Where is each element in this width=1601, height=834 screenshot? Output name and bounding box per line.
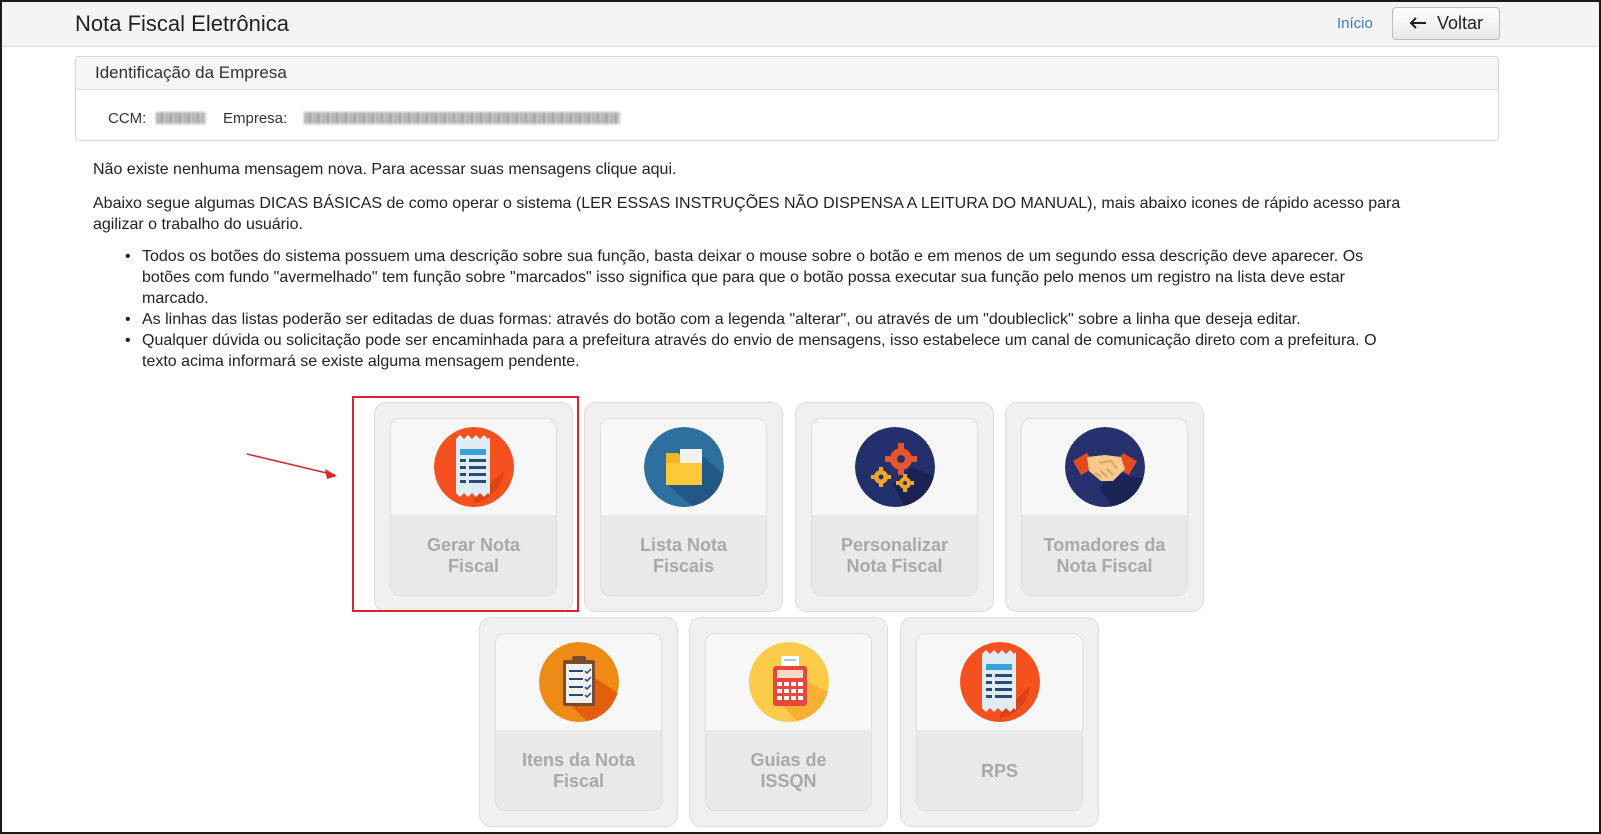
annotation-arrow-icon xyxy=(246,453,337,479)
handshake-icon xyxy=(1064,427,1145,507)
itens-nota-fiscal-button[interactable]: Itens da Nota Fiscal xyxy=(495,633,662,811)
company-panel: Identificação da Empresa CCM: Empresa: xyxy=(75,56,1499,141)
tile-itens-nota-fiscal-wrap: Itens da Nota Fiscal xyxy=(479,617,678,827)
tile-rps-wrap: RPS xyxy=(900,617,1099,827)
arrow-left-icon xyxy=(1409,13,1427,34)
top-bar: Nota Fiscal Eletrônica Início Voltar xyxy=(2,2,1599,47)
tips-list: Todos os botões do sistema possuem uma d… xyxy=(125,246,1412,372)
back-button-label: Voltar xyxy=(1436,13,1484,33)
company-panel-body: CCM: Empresa: xyxy=(76,90,1498,140)
tile-personalizar-nota-fiscal-wrap: Personalizar Nota Fiscal xyxy=(795,402,994,612)
empresa-value-redacted xyxy=(304,112,620,124)
tile-label: Tomadores da Nota Fiscal xyxy=(1022,515,1187,595)
receipt-icon xyxy=(959,642,1040,722)
tile-label: Guias de ISSQN xyxy=(706,730,871,810)
tile-lista-nota-fiscais-wrap: Lista Nota Fiscais xyxy=(584,402,783,612)
tomadores-nota-fiscal-button[interactable]: Tomadores da Nota Fiscal xyxy=(1021,418,1188,596)
tile-label: Personalizar Nota Fiscal xyxy=(812,515,977,595)
tip-item: Todos os botões do sistema possuem uma d… xyxy=(125,246,1412,309)
clipboard-icon xyxy=(538,642,619,722)
back-button[interactable]: Voltar xyxy=(1392,7,1500,40)
personalizar-nota-fiscal-button[interactable]: Personalizar Nota Fiscal xyxy=(811,418,978,596)
tile-label: Itens da Nota Fiscal xyxy=(496,730,661,810)
gears-icon xyxy=(854,427,935,507)
tile-label: Lista Nota Fiscais xyxy=(601,515,766,595)
rps-button[interactable]: RPS xyxy=(916,633,1083,811)
empresa-label: Empresa: xyxy=(223,110,288,127)
highlight-box xyxy=(352,396,579,612)
folder-icon xyxy=(643,427,724,507)
tips-intro: Abaixo segue algumas DICAS BÁSICAS de co… xyxy=(93,195,1401,233)
lista-nota-fiscais-button[interactable]: Lista Nota Fiscais xyxy=(600,418,767,596)
page-title: Nota Fiscal Eletrônica xyxy=(75,11,289,36)
tile-label: RPS xyxy=(917,730,1082,810)
tip-item: Qualquer dúvida ou solicitação pode ser … xyxy=(125,330,1412,372)
ccm-label: CCM: xyxy=(108,110,147,127)
tile-guias-issqn-wrap: Guias de ISSQN xyxy=(689,617,888,827)
company-panel-title: Identificação da Empresa xyxy=(76,57,1498,90)
ccm-value-redacted xyxy=(156,112,206,124)
calculator-icon xyxy=(748,642,829,722)
messages-notice[interactable]: Não existe nenhuma mensagem nova. Para a… xyxy=(93,161,676,179)
tile-tomadores-nota-fiscal-wrap: Tomadores da Nota Fiscal xyxy=(1005,402,1204,612)
guias-issqn-button[interactable]: Guias de ISSQN xyxy=(705,633,872,811)
home-link[interactable]: Início xyxy=(1337,15,1373,32)
tip-item: As linhas das listas poderão ser editada… xyxy=(125,309,1412,330)
